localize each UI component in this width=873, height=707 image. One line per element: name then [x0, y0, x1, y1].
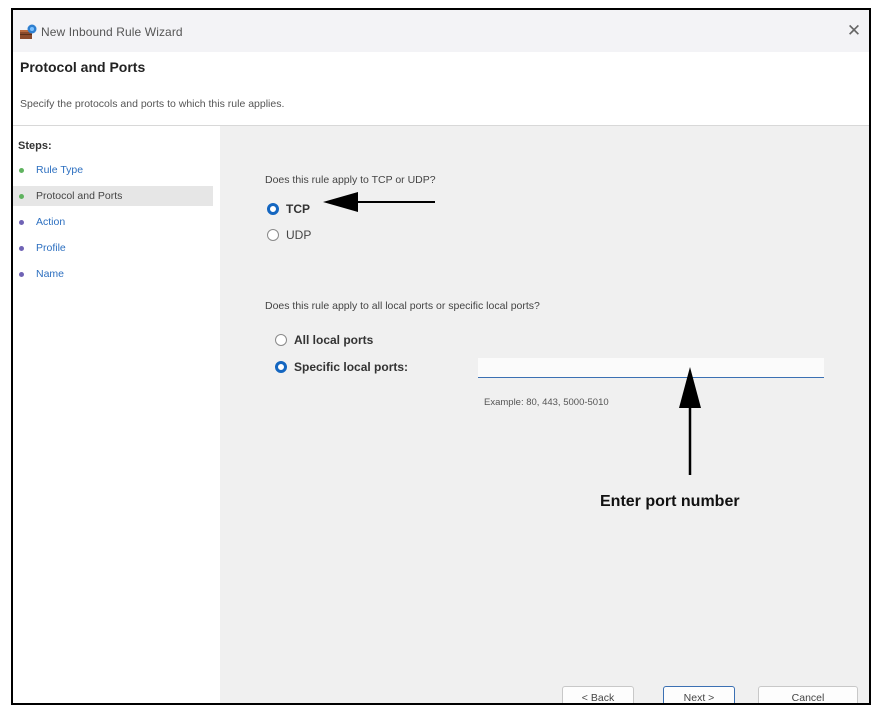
annotation-arrows [323, 192, 701, 475]
arrow-to-tcp [323, 192, 435, 212]
arrow-to-ports-input [679, 367, 701, 475]
